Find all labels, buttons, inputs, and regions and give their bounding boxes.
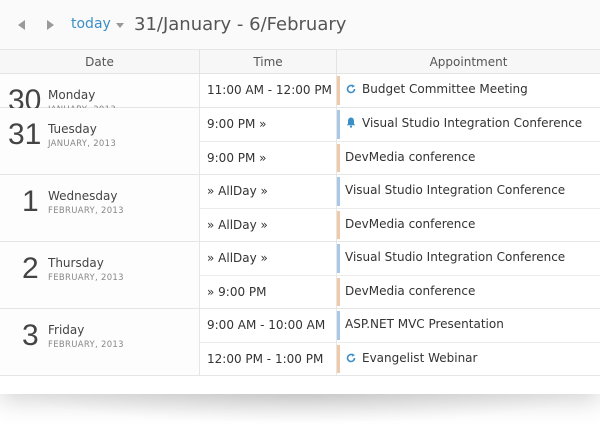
date-range-title: 31/January - 6/February bbox=[134, 14, 347, 35]
chevron-down-icon bbox=[115, 22, 124, 28]
appointment-row: 9:00 PM » DevMedia conference bbox=[200, 141, 600, 174]
reminder-bell-icon bbox=[345, 117, 356, 128]
time-cell: 9:00 PM » bbox=[200, 108, 337, 141]
appointment-color-bar bbox=[337, 211, 340, 239]
appointment-title: DevMedia conference bbox=[345, 150, 476, 164]
agenda-day: 30MondayJANUARY, 201311:00 AM - 12:00 PM… bbox=[0, 74, 600, 117]
agenda-day: 3 Friday FEBRUARY, 2013 9:00 AM - 10:00 AM A… bbox=[0, 309, 600, 376]
agenda-day: 1 Wednesday FEBRUARY, 2013 » AllDay » Visual… bbox=[0, 175, 600, 242]
date-cell: 3 Friday FEBRUARY, 2013 bbox=[0, 309, 200, 375]
appointment-color-bar bbox=[337, 345, 340, 373]
today-button[interactable]: today bbox=[71, 16, 124, 32]
appointment-item[interactable]: Visual Studio Integration Conference bbox=[337, 108, 600, 141]
column-header-row: Date Time Appointment bbox=[0, 50, 600, 74]
appointment-item[interactable]: DevMedia conference bbox=[337, 276, 600, 308]
time-cell: » AllDay » bbox=[200, 175, 337, 208]
appointment-color-bar bbox=[337, 311, 340, 340]
weekday-name: Monday bbox=[48, 88, 96, 102]
appointment-title: Visual Studio Integration Conference bbox=[362, 116, 583, 130]
previous-arrow-icon[interactable] bbox=[15, 17, 29, 33]
time-cell: » AllDay » bbox=[200, 242, 337, 275]
appointment-row: » AllDay » Visual Studio Integration Conf… bbox=[200, 242, 600, 275]
month-year: FEBRUARY, 2013 bbox=[48, 340, 124, 350]
column-header-date: Date bbox=[0, 50, 200, 74]
appointment-item[interactable]: Visual Studio Integration Conference bbox=[337, 175, 600, 208]
recurrence-icon bbox=[345, 83, 356, 94]
appointment-title: DevMedia conference bbox=[345, 217, 476, 231]
appointment-item[interactable]: DevMedia conference bbox=[337, 209, 600, 241]
agenda-day: 2 Thursday FEBRUARY, 2013 » AllDay » Visual … bbox=[0, 242, 600, 309]
appointment-color-bar bbox=[337, 244, 340, 273]
column-header-appointment: Appointment bbox=[429, 55, 508, 69]
today-label: today bbox=[71, 16, 111, 32]
day-number: 3 bbox=[22, 319, 39, 352]
time-cell: » 9:00 PM bbox=[200, 276, 337, 308]
time-cell: 11:00 AM - 12:00 PM bbox=[200, 74, 337, 107]
appointment-item[interactable]: Evangelist Webinar bbox=[337, 343, 600, 375]
appointment-title: Visual Studio Integration Conference bbox=[345, 183, 566, 197]
appointment-item[interactable]: ASP.NET MVC Presentation bbox=[337, 309, 600, 342]
appointment-color-bar bbox=[337, 110, 340, 139]
column-header-time: Time bbox=[200, 50, 337, 74]
scheduler-toolbar: today 31/January - 6/February bbox=[0, 0, 600, 50]
month-year: FEBRUARY, 2013 bbox=[48, 273, 124, 283]
appointment-title: Visual Studio Integration Conference bbox=[345, 250, 566, 264]
appointment-title: Evangelist Webinar bbox=[362, 351, 478, 365]
time-cell: 9:00 AM - 10:00 AM bbox=[200, 309, 337, 342]
weekday-name: Tuesday bbox=[48, 122, 97, 136]
weekday-name: Wednesday bbox=[48, 189, 118, 203]
next-arrow-icon[interactable] bbox=[43, 17, 57, 33]
weekday-name: Friday bbox=[48, 323, 85, 337]
month-year: JANUARY, 2013 bbox=[48, 139, 117, 149]
appointment-row: » AllDay » DevMedia conference bbox=[200, 208, 600, 241]
date-cell: 1 Wednesday FEBRUARY, 2013 bbox=[0, 175, 200, 241]
appointment-title: Budget Committee Meeting bbox=[362, 82, 528, 96]
month-year: FEBRUARY, 2013 bbox=[48, 206, 124, 216]
appointment-item[interactable]: Budget Committee Meeting bbox=[337, 74, 600, 107]
appointment-color-bar bbox=[337, 144, 340, 172]
shadow-reflection bbox=[20, 394, 580, 424]
appointment-row: 9:00 PM » Visual Studio Integration Confe… bbox=[200, 108, 600, 141]
day-number: 2 bbox=[22, 252, 39, 285]
appointment-row: 11:00 AM - 12:00 PM Budget Committee Meet… bbox=[200, 74, 600, 107]
date-cell: 31 Tuesday JANUARY, 2013 bbox=[0, 108, 200, 174]
time-cell: 9:00 PM » bbox=[200, 142, 337, 174]
appointment-color-bar bbox=[337, 177, 340, 206]
date-cell: 30MondayJANUARY, 2013 bbox=[0, 74, 200, 117]
appointment-item[interactable]: DevMedia conference bbox=[337, 142, 600, 174]
day-number: 31 bbox=[8, 118, 42, 151]
appointment-item[interactable]: Visual Studio Integration Conference bbox=[337, 242, 600, 275]
time-cell: » AllDay » bbox=[200, 209, 337, 241]
appointment-row: » 9:00 PM DevMedia conference bbox=[200, 275, 600, 308]
weekday-name: Thursday bbox=[48, 256, 104, 270]
scheduler-window: today 31/January - 6/February Date Time … bbox=[0, 0, 600, 394]
recurrence-icon bbox=[345, 352, 356, 363]
agenda-day: 31 Tuesday JANUARY, 2013 9:00 PM » Visual St… bbox=[0, 108, 600, 175]
date-cell: 2 Thursday FEBRUARY, 2013 bbox=[0, 242, 200, 308]
appointment-color-bar bbox=[337, 76, 340, 105]
day-number: 1 bbox=[22, 185, 39, 218]
appointment-color-bar bbox=[337, 278, 340, 306]
appointment-row: » AllDay » Visual Studio Integration Conf… bbox=[200, 175, 600, 208]
appointment-row: 9:00 AM - 10:00 AM ASP.NET MVC Presentati… bbox=[200, 309, 600, 342]
appointment-title: DevMedia conference bbox=[345, 284, 476, 298]
appointment-row: 12:00 PM - 1:00 PM Evangelist Webinar bbox=[200, 342, 600, 375]
appointment-title: ASP.NET MVC Presentation bbox=[345, 317, 504, 331]
time-cell: 12:00 PM - 1:00 PM bbox=[200, 343, 337, 375]
